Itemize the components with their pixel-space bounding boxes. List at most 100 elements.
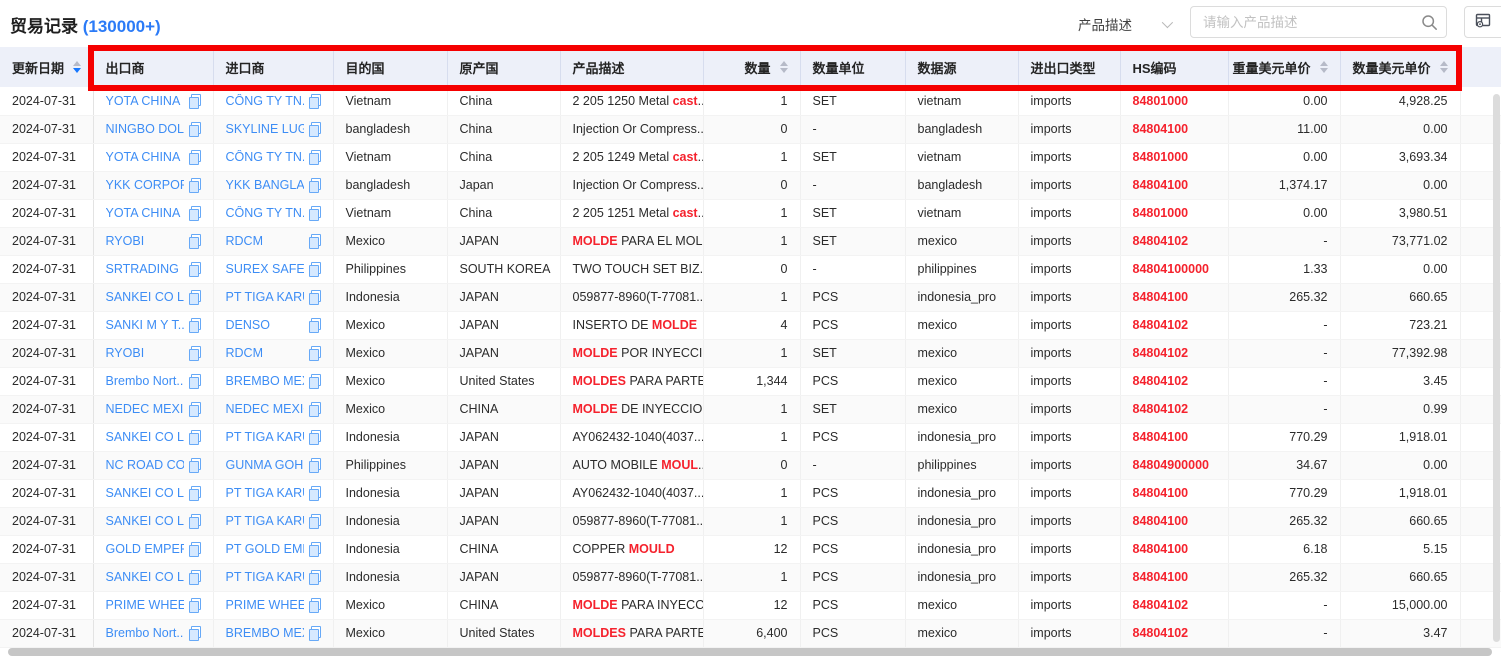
- importer-link[interactable]: YKK BANGLA...: [226, 178, 304, 192]
- copy-icon[interactable]: [189, 626, 201, 640]
- copy-icon[interactable]: [189, 122, 201, 136]
- importer-link[interactable]: BREMBO MEX...: [226, 374, 304, 388]
- copy-icon[interactable]: [309, 570, 321, 584]
- cell-qty_usd_price: 1,918.01: [1340, 423, 1460, 451]
- exporter-link[interactable]: NINGBO DOL...: [106, 122, 184, 136]
- horizontal-scrollbar[interactable]: [8, 648, 1492, 656]
- importer-link[interactable]: RDCM: [226, 346, 264, 360]
- exporter-link[interactable]: YOTA CHINA ...: [106, 94, 184, 108]
- importer-link[interactable]: CÔNG TY TN...: [226, 94, 304, 108]
- exporter-link[interactable]: SANKEI CO L...: [106, 570, 184, 584]
- importer-link[interactable]: PT TIGA KARU...: [226, 486, 304, 500]
- record-count: (130000+): [83, 17, 161, 36]
- importer-link[interactable]: GUNMA GOH...: [226, 458, 304, 472]
- copy-icon[interactable]: [189, 458, 201, 472]
- exporter-link[interactable]: NEDEC MEXI...: [106, 402, 184, 416]
- importer-link[interactable]: BREMBO MEX...: [226, 626, 304, 640]
- importer-link[interactable]: DENSO: [226, 318, 270, 332]
- table-row: 2024-07-31SRTRADINGSUREX SAFE V...Philip…: [0, 255, 1501, 283]
- copy-icon[interactable]: [309, 150, 321, 164]
- sort-icon[interactable]: [780, 61, 788, 73]
- importer-link[interactable]: NEDEC MEXICO: [226, 402, 304, 416]
- copy-icon[interactable]: [309, 402, 321, 416]
- exporter-link[interactable]: SANKEI CO L...: [106, 430, 184, 444]
- copy-icon[interactable]: [189, 150, 201, 164]
- exporter-link[interactable]: PRIME WHEEL: [106, 598, 184, 612]
- copy-icon[interactable]: [309, 486, 321, 500]
- importer-link[interactable]: SUREX SAFE V...: [226, 262, 304, 276]
- copy-icon[interactable]: [189, 402, 201, 416]
- copy-icon[interactable]: [309, 346, 321, 360]
- exporter-link[interactable]: SANKEI CO L...: [106, 290, 184, 304]
- importer-link[interactable]: PT TIGA KARU...: [226, 514, 304, 528]
- copy-icon[interactable]: [309, 318, 321, 332]
- copy-icon[interactable]: [309, 542, 321, 556]
- search-field-select[interactable]: 产品描述: [1078, 8, 1170, 39]
- desc-text: DE INYECCIO...: [618, 402, 703, 416]
- copy-icon[interactable]: [309, 514, 321, 528]
- importer-link[interactable]: PT GOLD EMP...: [226, 542, 304, 556]
- vertical-scrollbar[interactable]: [1493, 94, 1500, 642]
- copy-icon[interactable]: [309, 430, 321, 444]
- exporter-link[interactable]: SRTRADING: [106, 262, 179, 276]
- exporter-link[interactable]: RYOBI: [106, 234, 145, 248]
- exporter-link[interactable]: NC ROAD CO...: [106, 458, 184, 472]
- copy-icon[interactable]: [189, 598, 201, 612]
- exporter-link[interactable]: YOTA CHINA ...: [106, 150, 184, 164]
- importer-link[interactable]: PT TIGA KARU...: [226, 430, 304, 444]
- copy-icon[interactable]: [189, 318, 201, 332]
- exporter-link[interactable]: Brembo Nort...: [106, 374, 184, 388]
- exporter-link[interactable]: YKK CORPOR...: [106, 178, 184, 192]
- copy-icon[interactable]: [189, 262, 201, 276]
- importer-link[interactable]: PT TIGA KARU...: [226, 290, 304, 304]
- importer-link[interactable]: RDCM: [226, 234, 264, 248]
- importer-link[interactable]: PT TIGA KARU...: [226, 570, 304, 584]
- exporter-link[interactable]: Brembo Nort...: [106, 626, 184, 640]
- sort-icon[interactable]: [73, 61, 81, 73]
- exporter-link[interactable]: RYOBI: [106, 346, 145, 360]
- copy-icon[interactable]: [189, 234, 201, 248]
- exporter-link[interactable]: GOLD EMPER...: [106, 542, 184, 556]
- search-icon[interactable]: [1412, 7, 1446, 37]
- copy-icon[interactable]: [189, 486, 201, 500]
- copy-icon[interactable]: [309, 626, 321, 640]
- exporter-link[interactable]: YOTA CHINA ...: [106, 206, 184, 220]
- copy-icon[interactable]: [189, 514, 201, 528]
- custom-columns-button[interactable]: 自: [1464, 6, 1501, 38]
- copy-icon[interactable]: [189, 178, 201, 192]
- copy-icon[interactable]: [309, 374, 321, 388]
- exporter-link[interactable]: SANKEI CO L...: [106, 486, 184, 500]
- exporter-link[interactable]: SANKEI CO L...: [106, 514, 184, 528]
- copy-icon[interactable]: [309, 94, 321, 108]
- copy-icon[interactable]: [309, 122, 321, 136]
- importer-link[interactable]: CÔNG TY TN...: [226, 150, 304, 164]
- importer-link[interactable]: PRIME WHEEL: [226, 598, 304, 612]
- exporter-link[interactable]: SANKI M Y T...: [106, 318, 184, 332]
- copy-icon[interactable]: [309, 206, 321, 220]
- col-header-weight_usd_price[interactable]: 重量美元单价: [1228, 47, 1340, 87]
- copy-icon[interactable]: [189, 290, 201, 304]
- copy-icon[interactable]: [309, 178, 321, 192]
- col-header-update_date[interactable]: 更新日期: [0, 47, 93, 87]
- copy-icon[interactable]: [189, 570, 201, 584]
- importer-link[interactable]: CÔNG TY TN...: [226, 206, 304, 220]
- sort-icon[interactable]: [1440, 61, 1448, 73]
- copy-icon[interactable]: [189, 206, 201, 220]
- copy-icon[interactable]: [189, 542, 201, 556]
- copy-icon[interactable]: [309, 234, 321, 248]
- copy-icon[interactable]: [189, 94, 201, 108]
- copy-icon[interactable]: [309, 598, 321, 612]
- copy-icon[interactable]: [309, 458, 321, 472]
- col-header-qty_usd_price[interactable]: 数量美元单价: [1340, 47, 1460, 87]
- copy-icon[interactable]: [189, 346, 201, 360]
- copy-icon[interactable]: [309, 262, 321, 276]
- search-input[interactable]: [1191, 15, 1412, 30]
- cell-exporter: RYOBI: [93, 227, 213, 255]
- copy-icon[interactable]: [189, 430, 201, 444]
- sort-icon[interactable]: [1320, 61, 1328, 73]
- importer-link[interactable]: SKYLINE LUG...: [226, 122, 304, 136]
- col-header-qty[interactable]: 数量: [703, 47, 800, 87]
- copy-icon[interactable]: [309, 290, 321, 304]
- copy-icon[interactable]: [189, 374, 201, 388]
- table-row: 2024-07-31SANKEI CO L...PT TIGA KARU...I…: [0, 479, 1501, 507]
